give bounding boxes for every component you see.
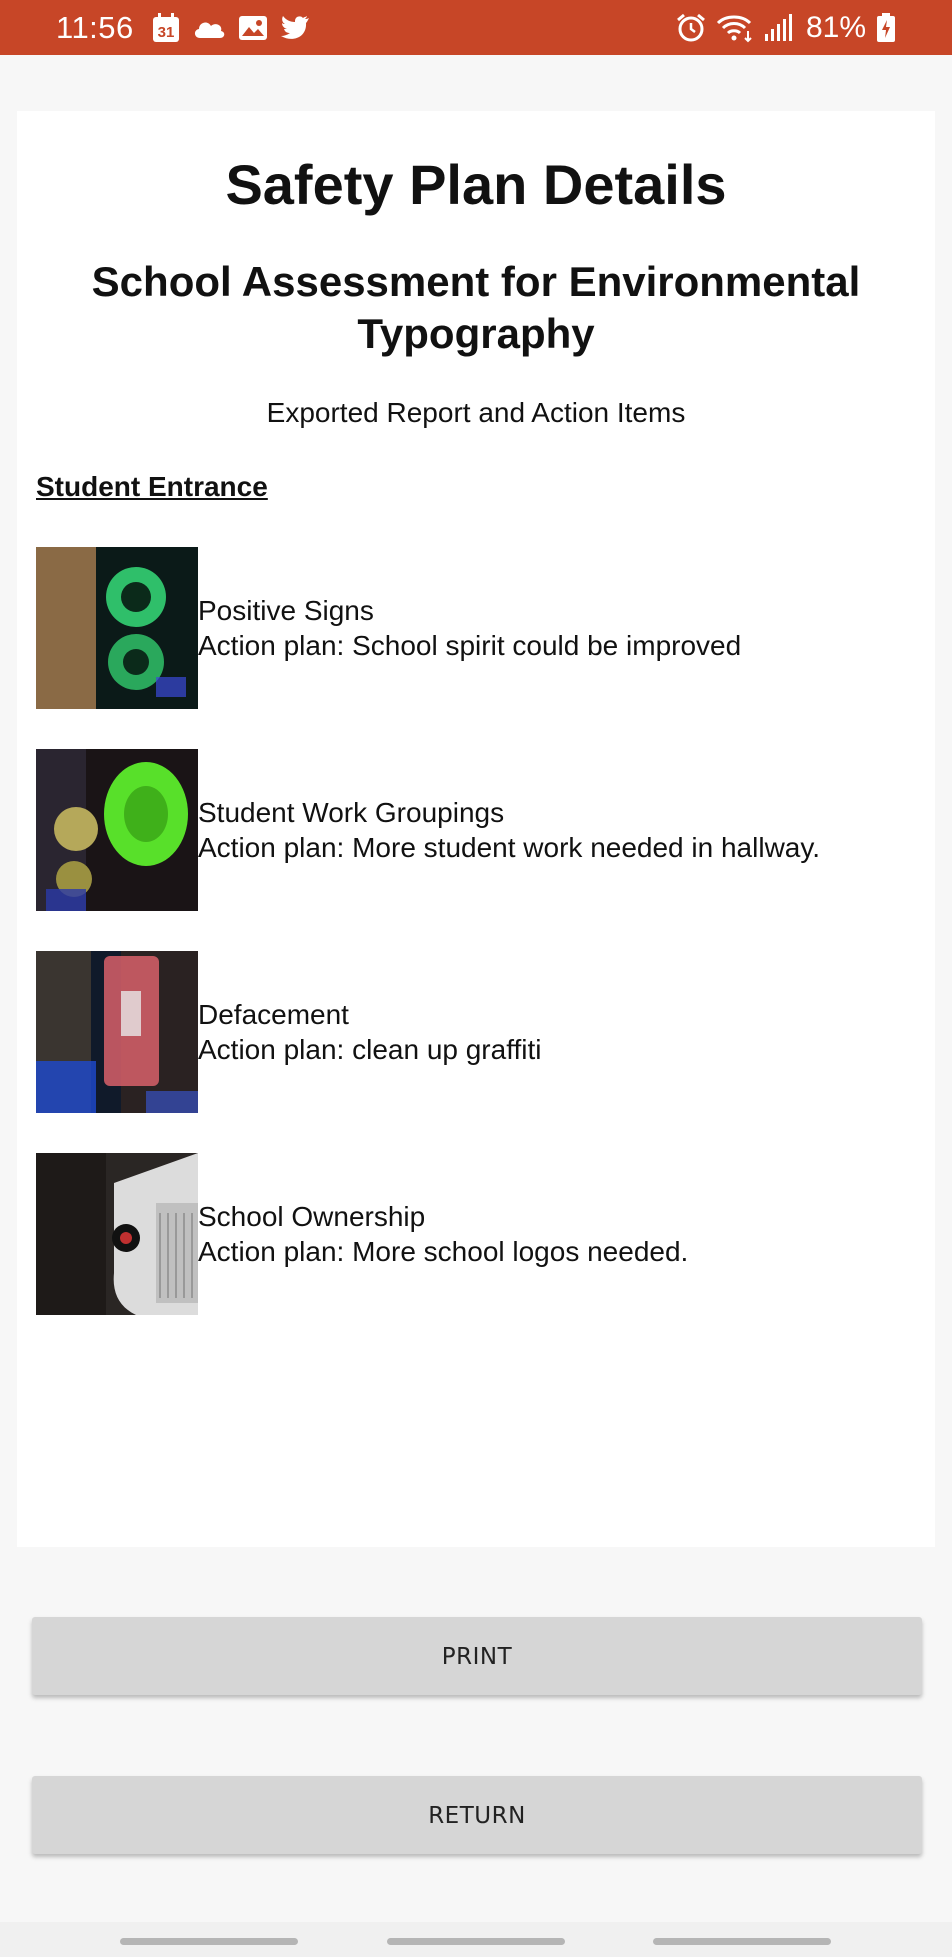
- page-title: Safety Plan Details: [225, 153, 727, 216]
- item-text: School Ownership Action plan: More schoo…: [198, 1199, 688, 1269]
- nav-back-handle[interactable]: [653, 1938, 831, 1945]
- status-bar: 11:56 31 81%: [0, 0, 952, 55]
- battery-percent: 81%: [805, 10, 866, 44]
- calendar-icon: 31: [152, 12, 180, 43]
- nav-recents-handle[interactable]: [120, 1938, 298, 1945]
- section-title: Student Entrance: [36, 471, 268, 502]
- list-item: Student Work Groupings Action plan: More…: [36, 749, 916, 911]
- item-action: Action plan: More school logos needed.: [198, 1236, 689, 1267]
- item-name: Student Work Groupings: [198, 797, 505, 828]
- return-button[interactable]: RETURN: [32, 1776, 922, 1854]
- battery-icon: [876, 12, 896, 43]
- item-text: Positive Signs Action plan: School spiri…: [198, 593, 741, 663]
- list-item: Defacement Action plan: clean up graffit…: [36, 951, 916, 1113]
- report-card: Safety Plan Details School Assessment fo…: [17, 111, 935, 1547]
- item-name: Defacement: [198, 999, 349, 1030]
- alarm-icon: [676, 13, 706, 43]
- nav-home-handle[interactable]: [387, 1938, 565, 1945]
- status-time: 11:56: [56, 9, 134, 45]
- system-icons: 81%: [676, 11, 896, 45]
- assessment-title: School Assessment for Environmental Typo…: [91, 258, 861, 357]
- item-action: Action plan: School spirit could be impr…: [198, 630, 742, 661]
- item-action: Action plan: More student work needed in…: [198, 832, 821, 863]
- notification-icons: 31: [152, 12, 310, 43]
- twitter-icon: [280, 15, 310, 41]
- gallery-icon: [238, 15, 268, 41]
- system-nav-bar: [0, 1922, 952, 1957]
- wifi-icon: [716, 13, 754, 43]
- item-text: Defacement Action plan: clean up graffit…: [198, 997, 541, 1067]
- item-photo[interactable]: [36, 749, 198, 911]
- signal-icon: [764, 13, 792, 42]
- list-item: School Ownership Action plan: More schoo…: [36, 1153, 916, 1315]
- item-photo[interactable]: [36, 547, 198, 709]
- report-caption: Exported Report and Action Items: [266, 397, 686, 428]
- item-name: School Ownership: [198, 1201, 426, 1232]
- item-photo[interactable]: [36, 1153, 198, 1315]
- item-name: Positive Signs: [198, 595, 374, 626]
- item-photo[interactable]: [36, 951, 198, 1113]
- print-button[interactable]: PRINT: [32, 1617, 922, 1695]
- item-text: Student Work Groupings Action plan: More…: [198, 795, 820, 865]
- cloud-icon: [192, 16, 226, 40]
- list-item: Positive Signs Action plan: School spiri…: [36, 547, 916, 709]
- svg-text:31: 31: [157, 24, 174, 41]
- item-action: Action plan: clean up graffiti: [198, 1034, 542, 1065]
